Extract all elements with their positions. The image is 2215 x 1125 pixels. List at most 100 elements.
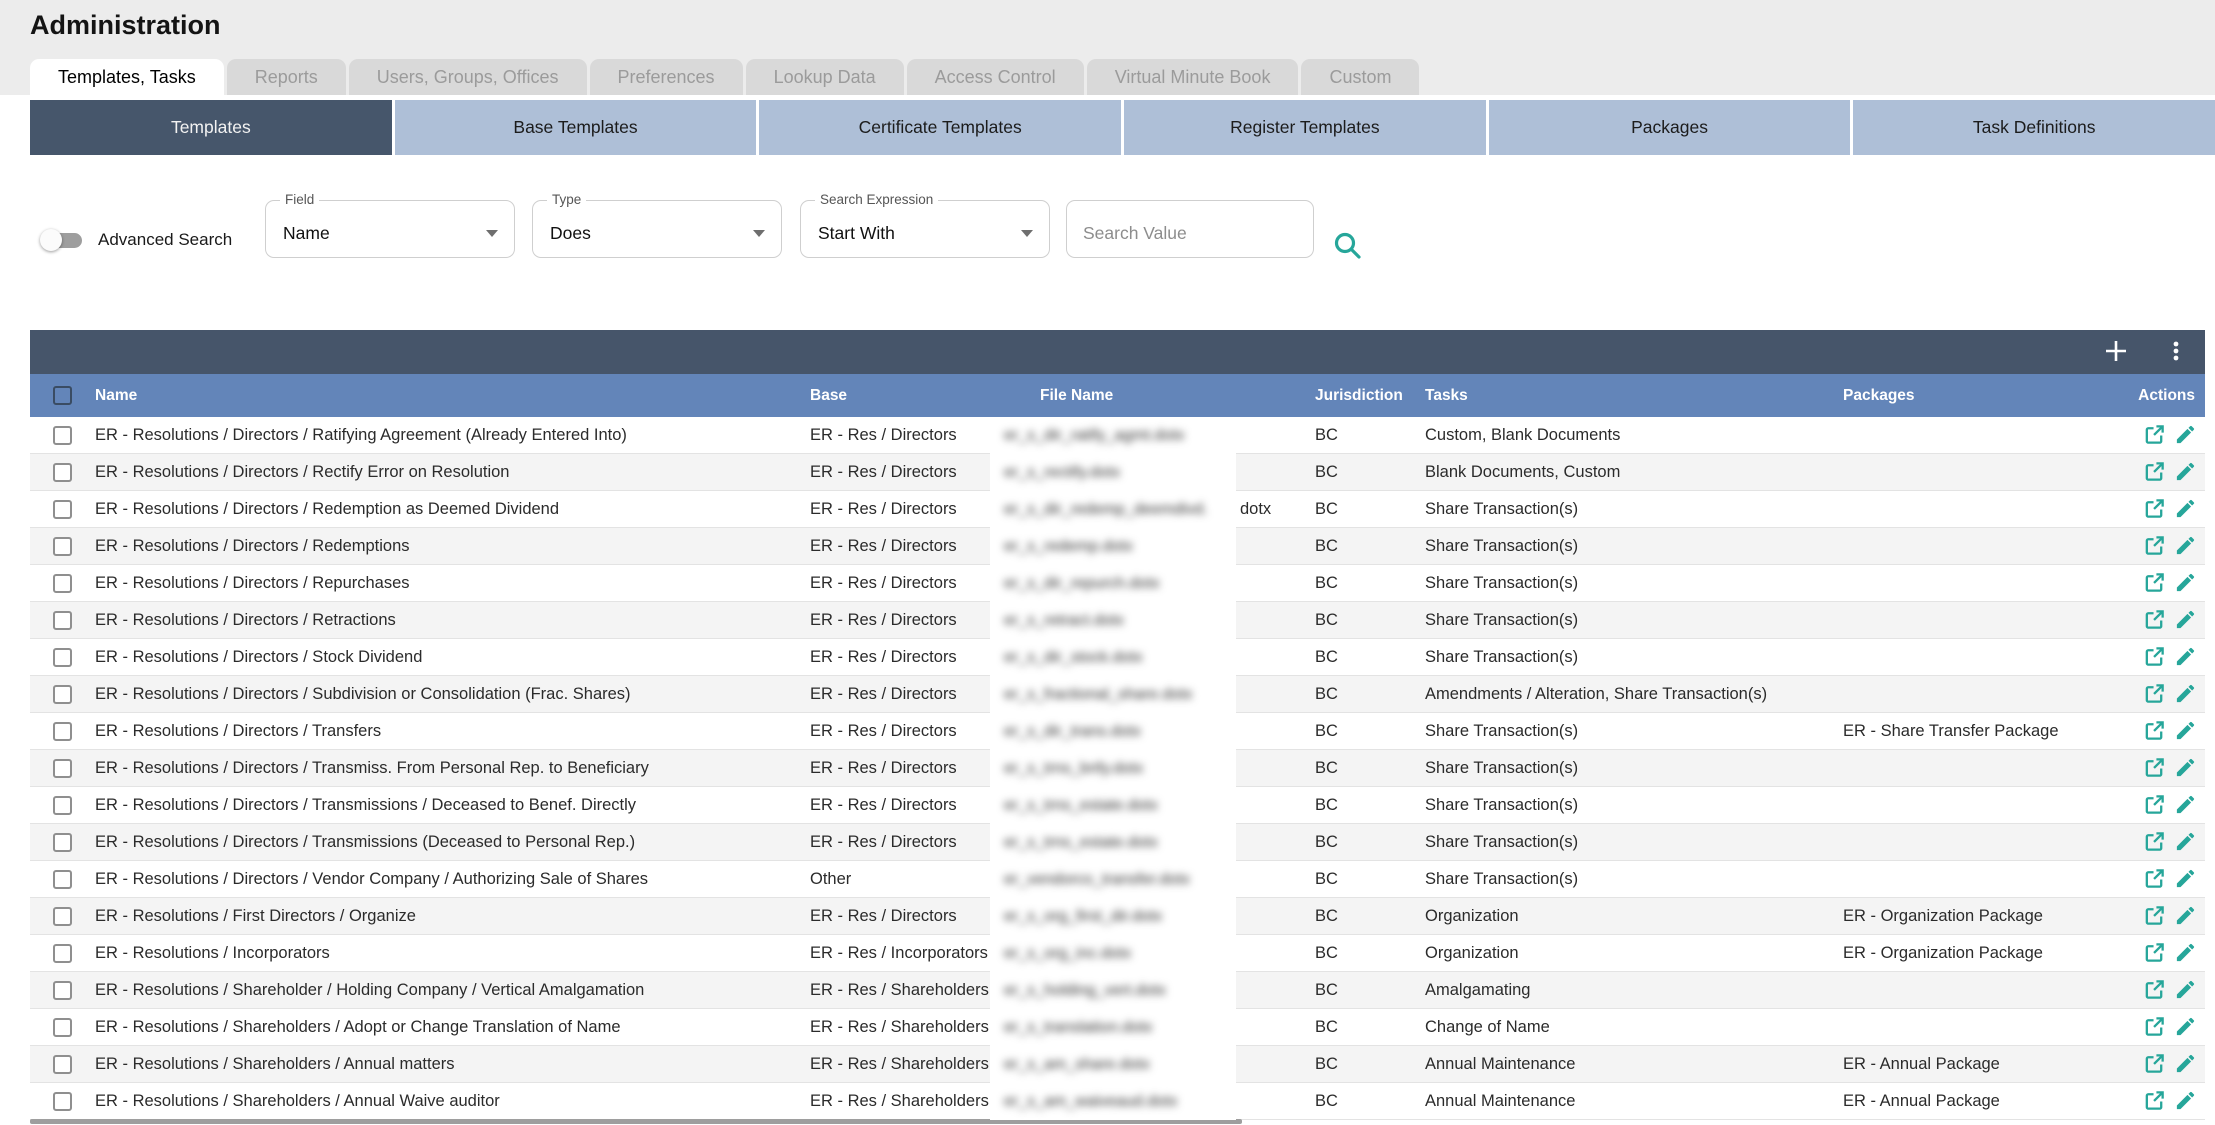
column-header-file-name: File Name <box>990 387 1315 405</box>
row-checkbox[interactable] <box>53 870 72 889</box>
subtab-task-definitions[interactable]: Task Definitions <box>1853 100 2215 155</box>
edit-template-button[interactable] <box>2173 571 2197 595</box>
search-expression-select[interactable]: Search Expression Start With <box>800 200 1050 258</box>
row-checkbox[interactable] <box>53 1018 72 1037</box>
edit-template-button[interactable] <box>2173 497 2197 521</box>
cell-name: ER - Resolutions / Directors / Rectify E… <box>95 463 810 482</box>
row-checkbox[interactable] <box>53 796 72 815</box>
more-vert-icon <box>2164 339 2188 366</box>
subtab-base-templates[interactable]: Base Templates <box>395 100 757 155</box>
edit-template-button[interactable] <box>2173 756 2197 780</box>
edit-pencil-icon <box>2174 952 2197 967</box>
edit-template-button[interactable] <box>2173 1052 2197 1076</box>
edit-template-button[interactable] <box>2173 1089 2197 1113</box>
open-template-button[interactable] <box>2142 978 2166 1002</box>
edit-template-button[interactable] <box>2173 793 2197 817</box>
open-template-button[interactable] <box>2142 719 2166 743</box>
row-checkbox[interactable] <box>53 981 72 1000</box>
row-checkbox[interactable] <box>53 611 72 630</box>
cell-name: ER - Resolutions / Directors / Transfers <box>95 722 810 741</box>
tab-lookup-data[interactable]: Lookup Data <box>746 59 904 95</box>
search-button[interactable] <box>1331 230 1365 264</box>
advanced-search-toggle[interactable] <box>40 228 84 252</box>
open-template-button[interactable] <box>2142 682 2166 706</box>
edit-template-button[interactable] <box>2173 608 2197 632</box>
subtab-certificate-templates[interactable]: Certificate Templates <box>759 100 1121 155</box>
chevron-down-icon <box>486 230 498 237</box>
select-all-checkbox[interactable] <box>53 386 72 405</box>
cell-name: ER - Resolutions / Directors / Repurchas… <box>95 574 810 593</box>
edit-template-button[interactable] <box>2173 534 2197 558</box>
add-template-button[interactable] <box>2101 337 2131 367</box>
row-checkbox[interactable] <box>53 685 72 704</box>
open-template-button[interactable] <box>2142 423 2166 447</box>
edit-template-button[interactable] <box>2173 423 2197 447</box>
row-checkbox[interactable] <box>53 463 72 482</box>
subtab-templates[interactable]: Templates <box>30 100 392 155</box>
row-checkbox[interactable] <box>53 759 72 778</box>
edit-template-button[interactable] <box>2173 978 2197 1002</box>
subtab-packages[interactable]: Packages <box>1489 100 1851 155</box>
open-template-button[interactable] <box>2142 830 2166 854</box>
search-value-input[interactable] <box>1066 200 1314 258</box>
row-checkbox[interactable] <box>53 722 72 741</box>
row-checkbox[interactable] <box>53 537 72 556</box>
column-header-packages: Packages <box>1843 387 2125 405</box>
row-checkbox[interactable] <box>53 833 72 852</box>
edit-pencil-icon <box>2174 804 2197 819</box>
edit-template-button[interactable] <box>2173 1015 2197 1039</box>
open-template-button[interactable] <box>2142 904 2166 928</box>
tab-virtual-minute-book[interactable]: Virtual Minute Book <box>1087 59 1299 95</box>
edit-template-button[interactable] <box>2173 719 2197 743</box>
row-checkbox[interactable] <box>53 907 72 926</box>
open-template-button[interactable] <box>2142 571 2166 595</box>
tab-access-control[interactable]: Access Control <box>907 59 1084 95</box>
redacted-file-name: er_s_rectify.dotx <box>990 454 1236 491</box>
open-template-button[interactable] <box>2142 756 2166 780</box>
tab-reports[interactable]: Reports <box>227 59 346 95</box>
open-template-button[interactable] <box>2142 1015 2166 1039</box>
cell-tasks: Share Transaction(s) <box>1425 722 1843 741</box>
tab-custom[interactable]: Custom <box>1301 59 1419 95</box>
open-template-button[interactable] <box>2142 793 2166 817</box>
edit-template-button[interactable] <box>2173 460 2197 484</box>
open-template-button[interactable] <box>2142 941 2166 965</box>
redacted-file-name: er_s_dir_repurch.dotx <box>990 565 1236 602</box>
open-template-button[interactable] <box>2142 534 2166 558</box>
row-checkbox[interactable] <box>53 1055 72 1074</box>
edit-template-button[interactable] <box>2173 682 2197 706</box>
cell-jurisdiction: BC <box>1315 907 1425 926</box>
open-template-button[interactable] <box>2142 608 2166 632</box>
field-select[interactable]: Field Name <box>265 200 515 258</box>
tab-preferences[interactable]: Preferences <box>590 59 743 95</box>
row-checkbox[interactable] <box>53 1092 72 1111</box>
edit-template-button[interactable] <box>2173 645 2197 669</box>
row-checkbox[interactable] <box>53 500 72 519</box>
row-checkbox[interactable] <box>53 648 72 667</box>
row-checkbox[interactable] <box>53 574 72 593</box>
edit-pencil-icon <box>2174 841 2197 856</box>
tab-users-groups-offices[interactable]: Users, Groups, Offices <box>349 59 587 95</box>
edit-template-button[interactable] <box>2173 867 2197 891</box>
edit-template-button[interactable] <box>2173 941 2197 965</box>
more-options-button[interactable] <box>2161 337 2191 367</box>
cell-name: ER - Resolutions / Directors / Stock Div… <box>95 648 810 667</box>
cell-tasks: Share Transaction(s) <box>1425 574 1843 593</box>
cell-jurisdiction: BC <box>1315 1018 1425 1037</box>
open-template-button[interactable] <box>2142 460 2166 484</box>
row-checkbox[interactable] <box>53 426 72 445</box>
open-template-button[interactable] <box>2142 1052 2166 1076</box>
open-template-button[interactable] <box>2142 645 2166 669</box>
cell-tasks: Share Transaction(s) <box>1425 870 1843 889</box>
open-template-button[interactable] <box>2142 1089 2166 1113</box>
open-in-new-icon <box>2143 471 2166 486</box>
tab-templates-tasks[interactable]: Templates, Tasks <box>30 59 224 95</box>
open-template-button[interactable] <box>2142 867 2166 891</box>
subtab-register-templates[interactable]: Register Templates <box>1124 100 1486 155</box>
open-template-button[interactable] <box>2142 497 2166 521</box>
edit-template-button[interactable] <box>2173 904 2197 928</box>
row-checkbox[interactable] <box>53 944 72 963</box>
type-select[interactable]: Type Does <box>532 200 782 258</box>
cell-base: ER - Res / Shareholders <box>810 1018 990 1037</box>
edit-template-button[interactable] <box>2173 830 2197 854</box>
